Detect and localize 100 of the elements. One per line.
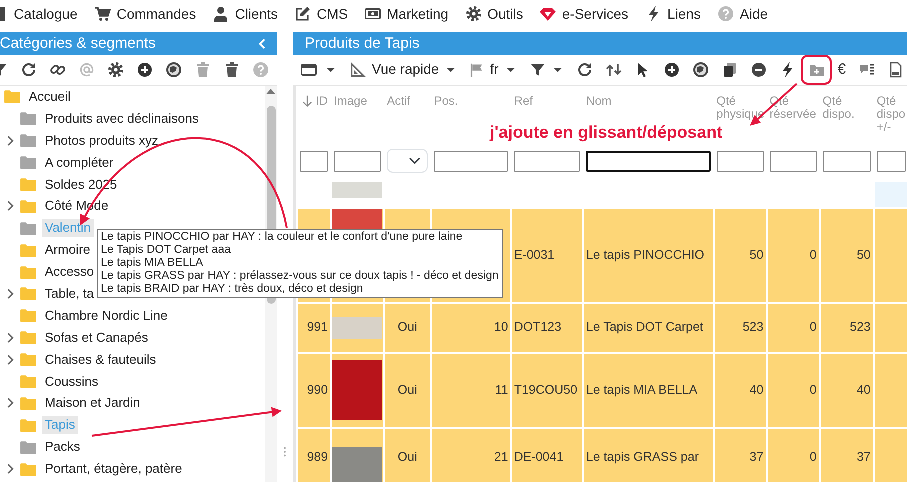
add-icon[interactable] (137, 62, 153, 78)
table-row[interactable]: 989 Oui 21 DE-0041 Le tapis GRASS par 37 0 37 (297, 428, 907, 482)
filter-field[interactable] (334, 150, 382, 172)
table-cell: 37 (820, 428, 874, 482)
table-cell: 11 (431, 352, 512, 428)
globe-icon[interactable] (692, 62, 709, 78)
table-cell: 40 (714, 352, 767, 428)
banknote-icon (365, 6, 382, 22)
table-cell: 0 (766, 302, 820, 353)
table-cell: 523 (714, 302, 767, 353)
menu-item[interactable]: Commandes (94, 4, 196, 24)
photo-placeholder (333, 446, 382, 482)
table-cell: 523 (820, 302, 874, 353)
add-icon[interactable] (664, 62, 680, 78)
tree-item[interactable]: Table, ta (42, 284, 98, 303)
filter-field[interactable] (876, 150, 906, 172)
window-icon[interactable] (301, 62, 317, 78)
tree-item[interactable]: Portant, étagère, patère (42, 460, 186, 478)
filter-field[interactable] (300, 150, 328, 172)
swap-arrows-icon[interactable] (606, 62, 622, 78)
tree-item[interactable]: Sofas et Canapés (42, 328, 152, 347)
table-cell: 991 (297, 302, 332, 353)
menu-item[interactable]: Catalogue (0, 4, 78, 24)
sort-arrow-icon[interactable] (301, 94, 314, 108)
table-cell: 10 (431, 302, 512, 353)
photo-placeholder (333, 316, 382, 339)
table-cell: 0 (766, 352, 820, 428)
globe-icon[interactable] (166, 62, 182, 78)
cart-icon (94, 6, 111, 22)
menu-item[interactable]: Marketing (365, 4, 449, 24)
photo-placeholder (333, 182, 382, 198)
table-row[interactable]: 990 Oui 11 T19COU50 Le tapis MIA BELLA 40 0 40 (297, 352, 907, 428)
tree-item[interactable]: Chaises & fauteuils (42, 350, 160, 369)
settings-icon (466, 6, 482, 22)
tooltip-line: Le tapis MIA BELLA (101, 257, 204, 270)
table-cell: Le tapis PINOCCHIO (583, 208, 714, 303)
photo-placeholder (333, 360, 382, 420)
tooltip-line: Le Tapis DOT Carpet aaa (101, 244, 232, 257)
table-cell: Oui (384, 302, 432, 353)
tree-item[interactable]: Armoire (42, 241, 94, 260)
panel-title: Catégories & segments (0, 34, 156, 54)
menu-item[interactable]: Outils (466, 4, 524, 24)
filter-icon[interactable] (530, 62, 546, 78)
refresh-icon[interactable] (21, 62, 37, 78)
tree-item[interactable]: Accesso (42, 263, 98, 282)
table-cell: 37 (714, 428, 767, 482)
remove-icon[interactable] (750, 62, 767, 78)
ruler-icon (350, 62, 366, 78)
view-dropdown[interactable]: Vue rapide (350, 59, 458, 80)
help-icon (718, 6, 734, 22)
link-icon[interactable] (50, 62, 66, 78)
menu-item[interactable]: CMS (295, 4, 348, 24)
table-cell: Oui (384, 352, 432, 428)
annotation-text: j'ajoute en glissant/déposant (490, 122, 723, 144)
tree-item[interactable]: Coussins (42, 372, 102, 391)
edit-icon (295, 6, 311, 22)
tree-item[interactable]: Chambre Nordic Line (42, 306, 171, 325)
settings-icon[interactable] (108, 62, 124, 78)
table-cell: Le Tapis DOT Carpet (583, 302, 714, 353)
panel-title: Produits de Tapis (305, 34, 420, 54)
table-cell: Oui (384, 428, 432, 482)
tree-item[interactable]: Produits avec déclinaisons (42, 110, 202, 128)
table-cell: Le tapis GRASS par (583, 428, 714, 482)
table-cell: 21 (431, 428, 512, 482)
table-cell: 0 (766, 428, 820, 482)
refresh-icon[interactable] (576, 62, 593, 78)
table-cell: DE-0041 (511, 428, 584, 482)
table-cell: 50 (714, 208, 767, 303)
table-row[interactable]: 991 Oui 10 DOT123 Le Tapis DOT Carpet 523 0 523 (297, 302, 907, 353)
tree-item[interactable]: Maison et Jardin (42, 394, 144, 412)
comment-list-icon[interactable] (859, 62, 876, 78)
language-dropdown[interactable]: fr (470, 59, 517, 80)
tree-item[interactable]: Photos produits xyz (42, 132, 162, 150)
menu-item[interactable]: Aide (718, 4, 768, 24)
filter-field[interactable] (586, 150, 711, 172)
tree-item[interactable]: A compléter (42, 154, 117, 172)
tree-item[interactable]: Packs (42, 438, 84, 456)
person-icon (213, 6, 230, 22)
flag-icon (470, 62, 484, 77)
gem-icon (540, 6, 556, 22)
menu-item[interactable]: Liens (646, 4, 701, 24)
copy-icon[interactable] (722, 62, 738, 78)
table-cell: DOT123 (511, 302, 584, 353)
table-cell: E-0031 (511, 208, 584, 303)
table-cell: 990 (297, 352, 332, 428)
filter-field[interactable] (770, 150, 817, 172)
filter-field[interactable] (716, 150, 764, 172)
table-cell: 50 (820, 208, 874, 303)
filter-field[interactable] (434, 150, 508, 172)
menu-item[interactable]: Clients (213, 4, 278, 24)
file-icon[interactable] (888, 62, 904, 78)
tree-item[interactable]: Accueil (26, 88, 74, 106)
filter-field[interactable] (822, 150, 871, 172)
currency-button[interactable]: € (838, 58, 846, 82)
menu-item[interactable]: e-Services (540, 4, 629, 24)
table-cell: 40 (820, 352, 874, 428)
trash-icon[interactable] (224, 62, 240, 78)
table-cell: Le tapis MIA BELLA (583, 352, 714, 428)
filter-field[interactable] (514, 150, 580, 172)
highlight-ring (800, 54, 832, 85)
